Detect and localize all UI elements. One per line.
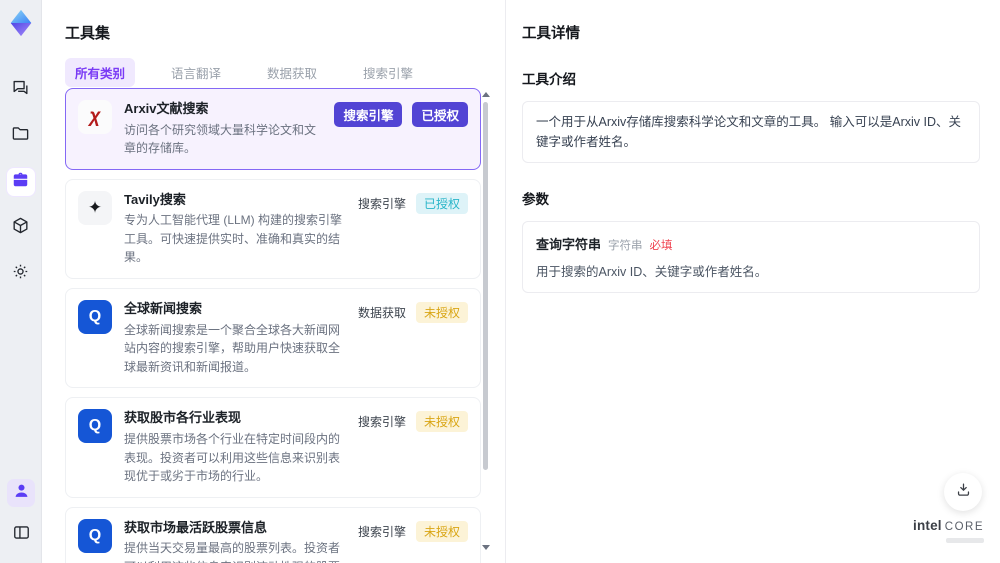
tool-name: Arxiv文献搜索 [124,101,209,116]
list-scrollbar[interactable] [481,90,491,552]
arxiv-icon: χ [78,100,112,134]
tool-status-badge: 未授权 [415,411,468,433]
sidebar-item-account[interactable] [7,479,35,507]
tool-list-item[interactable]: Q 获取股市各行业表现 提供股票市场各个行业在特定时间段内的表现。投资者可以利用… [65,397,481,498]
param-description: 用于搜索的Arxiv ID、关键字或作者姓名。 [536,265,768,279]
intro-heading: 工具介绍 [522,72,576,87]
tool-intro-box: 一个用于从Arxiv存储库搜索科学论文和文章的工具。 输入可以是Arxiv ID… [522,101,980,163]
sidebar-item-panel-toggle[interactable] [7,521,35,549]
qnews-icon: Q [78,300,112,335]
core-logo-text: core [944,521,984,533]
tool-list-item[interactable]: Q 全球新闻搜索 全球新闻搜索是一个聚合全球各大新闻网站内容的搜索引擎，帮助用户… [65,288,481,389]
sidebar-item-toolbox[interactable] [6,168,35,196]
tool-details-panel: 工具详情 工具介绍 一个用于从Arxiv存储库搜索科学论文和文章的工具。 输入可… [505,0,1000,563]
tool-status-badge: 已授权 [412,102,468,127]
tool-category-badge: 数据获取 [357,306,406,321]
tool-status-badge: 未授权 [415,520,468,542]
app-logo-icon [10,9,31,37]
tool-name: 获取股市各行业表现 [124,410,242,426]
tool-status-badge: 未授权 [415,302,468,324]
tool-list-panel: 工具集 所有类别 语言翻译 数据获取 搜索引擎 χ Arxiv文献搜索 访问各个研究领… [48,0,500,563]
category-tab[interactable]: 搜索引擎 [353,58,423,87]
param-name: 查询字符串 [536,237,602,252]
tool-description: 访问各个研究领域大量科学论文和文章的存储库。 [124,122,317,156]
panel-toggle-icon [12,523,31,547]
download-button[interactable] [944,473,982,511]
tool-status-badge: 已授权 [415,192,468,214]
chat-icon [11,78,30,102]
intel-logo-text: intel [913,518,942,533]
tool-description: 提供股票市场各个行业在特定时间段内的表现。投资者可以利用这些信息来识别表现优于或… [124,431,341,484]
details-title: 工具详情 [522,26,580,42]
intel-core-sub-badge [946,538,984,543]
intel-core-logo: intel core [913,518,984,543]
tool-category-badge: 搜索引擎 [334,102,403,127]
tool-name: 获取市场最活跃股票信息 [124,519,268,535]
sidebar-item-files[interactable] [7,122,35,150]
folder-icon [11,124,30,148]
tool-description: 提供当天交易量最高的股票列表。投资者可以利用这些信息来识别流动性强的股票和潜在的… [124,541,341,563]
param-card: 查询字符串 字符串 必填 用于搜索的Arxiv ID、关键字或作者姓名。 [522,221,980,293]
gear-icon [11,262,30,286]
category-tab[interactable]: 语言翻译 [161,58,231,87]
category-tab[interactable]: 数据获取 [257,58,327,87]
cube-icon [11,216,30,240]
scrollbar-up-arrow[interactable] [482,92,490,97]
tool-name: 全球新闻搜索 [124,301,203,317]
tool-list-item[interactable]: Q 获取市场最活跃股票信息 提供当天交易量最高的股票列表。投资者可以利用这些信息… [65,506,481,563]
page-title: 工具集 [65,25,111,42]
toolbox-icon [11,170,30,194]
scrollbar-thumb[interactable] [483,102,488,470]
download-icon [955,481,972,503]
app-window: 工具集 所有类别 语言翻译 数据获取 搜索引擎 χ Arxiv文献搜索 访问各个研究领… [0,0,1000,563]
left-rail [0,0,42,563]
sidebar-item-chat[interactable] [7,76,35,104]
param-required-flag: 必填 [649,240,673,252]
user-avatar-icon [12,481,31,505]
tool-list-item[interactable]: χ Arxiv文献搜索 访问各个研究领域大量科学论文和文章的存储库。 搜索引擎 … [65,88,481,170]
tool-description: 专为人工智能代理 (LLM) 构建的搜索引擎工具。可快速提供实时、准确和真实的结… [124,213,343,265]
sidebar-item-models[interactable] [7,214,35,242]
category-tabs: 所有类别 语言翻译 数据获取 搜索引擎 [65,58,423,87]
tool-description: 全球新闻搜索是一个聚合全球各大新闻网站内容的搜索引擎，帮助用户快速获取全球最新资… [124,322,341,374]
category-tab[interactable]: 所有类别 [65,58,136,87]
param-type: 字符串 [608,240,643,252]
tool-category-badge: 搜索引擎 [357,196,406,211]
sidebar-item-settings[interactable] [7,260,35,288]
tavily-icon: ✦ [78,190,112,225]
tool-name: Tavily搜索 [124,191,186,207]
qnews-icon: Q [78,518,112,553]
tool-category-badge: 搜索引擎 [357,415,406,430]
tool-list: χ Arxiv文献搜索 访问各个研究领域大量科学论文和文章的存储库。 搜索引擎 … [65,88,481,563]
tool-list-item[interactable]: ✦ Tavily搜索 专为人工智能代理 (LLM) 构建的搜索引擎工具。可快速提… [65,178,481,280]
params-list: 查询字符串 字符串 必填 用于搜索的Arxiv ID、关键字或作者姓名。 [522,221,980,293]
scrollbar-down-arrow[interactable] [482,545,490,550]
params-heading: 参数 [522,192,549,207]
qnews-icon: Q [78,409,112,444]
tool-category-badge: 搜索引擎 [357,524,406,539]
